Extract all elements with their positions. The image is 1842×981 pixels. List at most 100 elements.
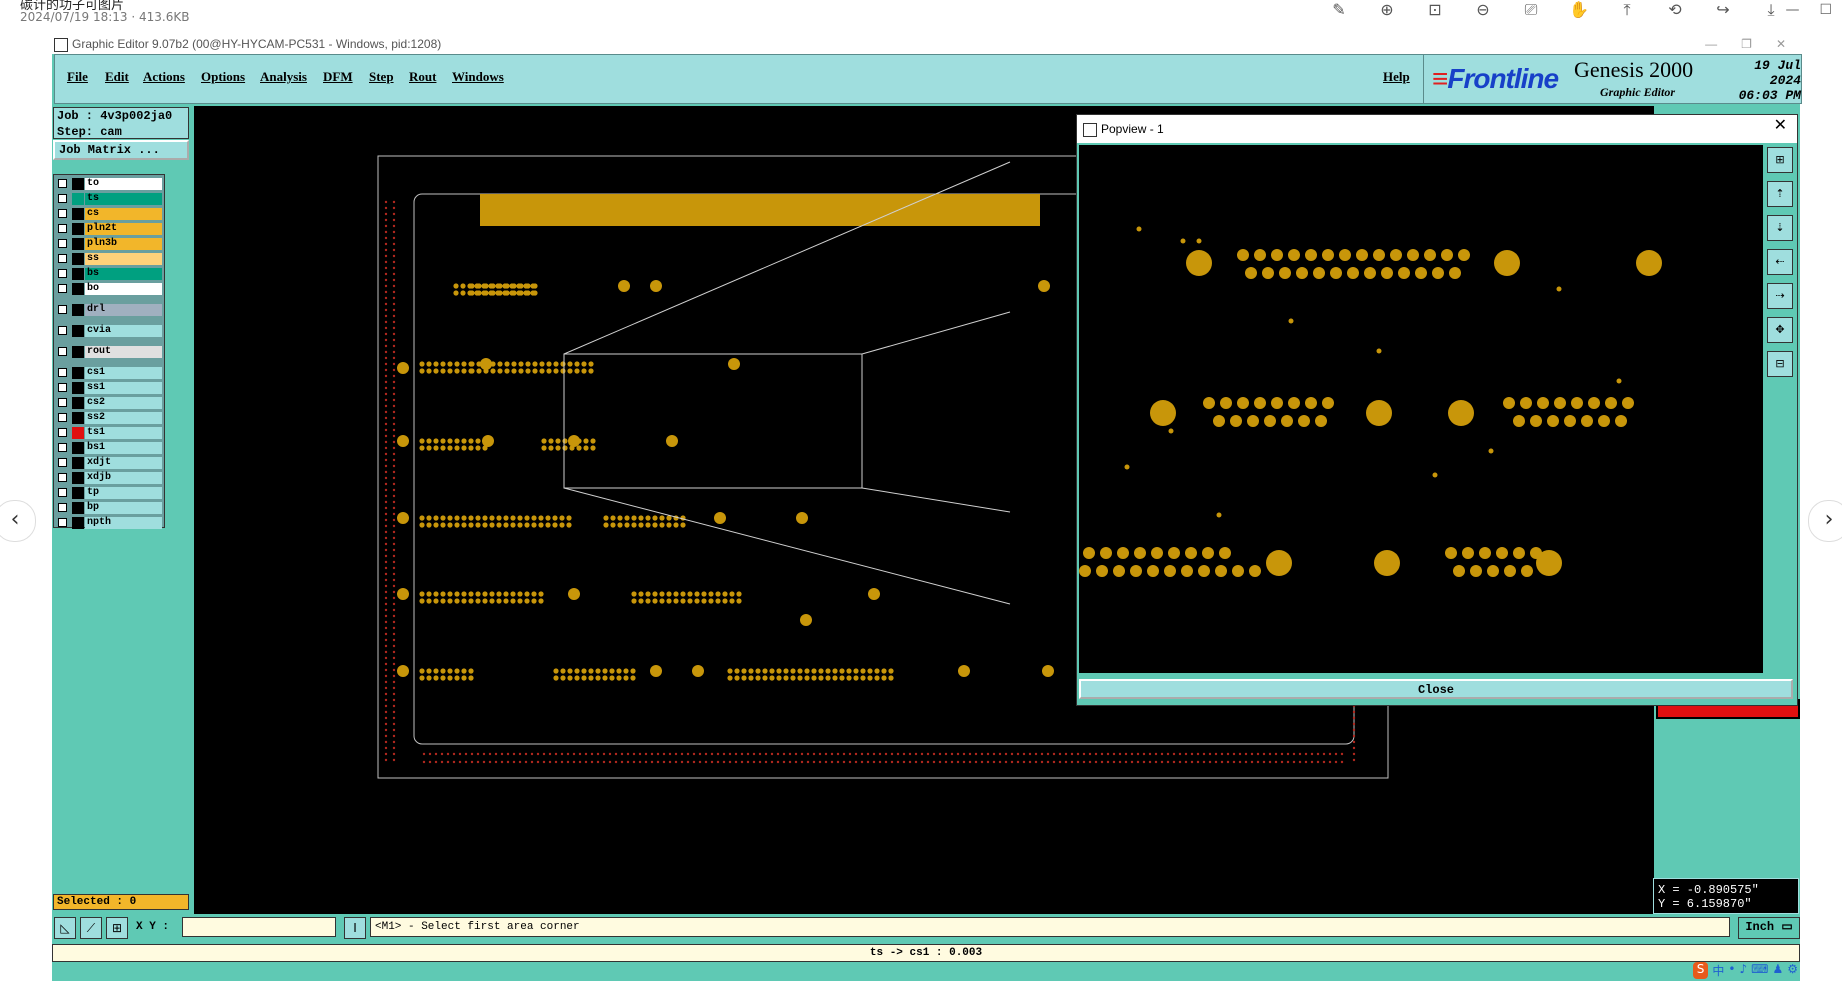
layer-checkbox[interactable] xyxy=(58,443,67,452)
layer-checkbox[interactable] xyxy=(58,347,67,356)
ime-icon-6[interactable]: ⚙ xyxy=(1787,962,1798,979)
layer-swatch[interactable] xyxy=(72,502,84,514)
ime-icon-4[interactable]: ⌨ xyxy=(1751,962,1768,979)
layer-checkbox[interactable] xyxy=(58,368,67,377)
layer-row-npth[interactable]: npth xyxy=(56,516,162,530)
menu-options[interactable]: Options xyxy=(201,69,245,85)
popview-canvas[interactable] xyxy=(1079,145,1763,673)
layer-swatch[interactable] xyxy=(72,412,84,424)
layer-swatch[interactable] xyxy=(72,382,84,394)
pan-down-icon[interactable]: ⇣ xyxy=(1767,215,1793,241)
layer-name[interactable]: xdjb xyxy=(85,472,162,484)
layer-name[interactable]: bs1 xyxy=(85,442,162,454)
layer-swatch[interactable] xyxy=(72,442,84,454)
measure-icon[interactable]: ⟋ xyxy=(80,917,102,939)
ime-icon-5[interactable]: ♟ xyxy=(1772,962,1783,979)
window-control-2[interactable]: ✕ xyxy=(1776,34,1786,54)
layer-name[interactable]: cs2 xyxy=(85,397,162,409)
layer-swatch[interactable] xyxy=(72,325,84,337)
layer-row-cs2[interactable]: cs2 xyxy=(56,396,162,410)
layer-row-pln3b[interactable]: pln3b xyxy=(56,237,162,251)
xy-input[interactable] xyxy=(182,917,336,937)
layer-swatch[interactable] xyxy=(72,193,84,205)
layer-checkbox[interactable] xyxy=(58,269,67,278)
layer-row-drl[interactable]: drl xyxy=(56,303,162,317)
layer-name[interactable]: ss2 xyxy=(85,412,162,424)
viewer-tool-icon-5[interactable]: ✋ xyxy=(1568,0,1590,20)
layer-checkbox[interactable] xyxy=(58,254,67,263)
popview-close-button[interactable]: Close xyxy=(1079,679,1793,699)
pan-left-icon[interactable]: ⇠ xyxy=(1767,249,1793,275)
layer-swatch[interactable] xyxy=(72,346,84,358)
layer-row-rout[interactable]: rout xyxy=(56,345,162,359)
layer-swatch[interactable] xyxy=(72,367,84,379)
viewer-tool-icon-7[interactable]: ⟲ xyxy=(1664,0,1686,20)
pan-right-icon[interactable]: ⇢ xyxy=(1767,283,1793,309)
layer-row-bs[interactable]: bs xyxy=(56,267,162,281)
zoom-home-icon[interactable]: ◺ xyxy=(54,917,76,939)
layer-row-cs[interactable]: cs xyxy=(56,207,162,221)
menu-step[interactable]: Step xyxy=(369,69,394,85)
layer-checkbox[interactable] xyxy=(58,179,67,188)
layer-swatch[interactable] xyxy=(72,304,84,316)
layer-swatch[interactable] xyxy=(72,253,84,265)
layer-name[interactable]: pln2t xyxy=(85,223,162,235)
layer-row-xdjb[interactable]: xdjb xyxy=(56,471,162,485)
menu-rout[interactable]: Rout xyxy=(409,69,436,85)
viewer-tool-icon-2[interactable]: ⊡ xyxy=(1424,0,1446,20)
layer-checkbox[interactable] xyxy=(58,503,67,512)
layer-checkbox[interactable] xyxy=(58,326,67,335)
layer-checkbox[interactable] xyxy=(58,305,67,314)
layer-row-to[interactable]: to xyxy=(56,177,162,191)
viewer-tool-icon-3[interactable]: ⊖ xyxy=(1472,0,1494,20)
prev-image-button[interactable]: ‹ xyxy=(0,500,36,542)
layer-name[interactable]: npth xyxy=(85,517,162,529)
layer-name[interactable]: xdjt xyxy=(85,457,162,469)
layer-checkbox[interactable] xyxy=(58,398,67,407)
layer-name[interactable]: ss1 xyxy=(85,382,162,394)
layer-name[interactable]: bs xyxy=(85,268,162,280)
layer-name[interactable]: rout xyxy=(85,346,162,358)
layer-name[interactable]: ts xyxy=(85,193,162,205)
layer-checkbox[interactable] xyxy=(58,194,67,203)
menu-file[interactable]: File xyxy=(67,69,88,85)
layer-name[interactable]: cvia xyxy=(85,325,162,337)
layer-row-bs1[interactable]: bs1 xyxy=(56,441,162,455)
layer-row-bp[interactable]: bp xyxy=(56,501,162,515)
layer-name[interactable]: bo xyxy=(85,283,162,295)
ime-icon-0[interactable]: S xyxy=(1692,962,1709,979)
zoom-out-icon[interactable]: ⊟ xyxy=(1767,351,1793,377)
layer-checkbox[interactable] xyxy=(58,224,67,233)
layer-row-ts[interactable]: ts xyxy=(56,192,162,206)
viewer-tool-icon-8[interactable]: ↪ xyxy=(1712,0,1734,20)
units-selector[interactable]: Inch ▭ xyxy=(1738,917,1800,939)
layer-swatch[interactable] xyxy=(72,283,84,295)
viewer-winctl-1[interactable]: ☐ xyxy=(1819,2,1832,18)
ime-icon-2[interactable]: • xyxy=(1728,962,1735,979)
layer-checkbox[interactable] xyxy=(58,209,67,218)
popview-zoom-view[interactable] xyxy=(1079,145,1763,673)
viewer-tool-icon-4[interactable]: ⎚ xyxy=(1520,0,1542,20)
layer-checkbox[interactable] xyxy=(58,473,67,482)
layer-name[interactable]: drl xyxy=(85,304,162,316)
layer-checkbox[interactable] xyxy=(58,239,67,248)
layer-name[interactable]: to xyxy=(85,178,162,190)
layer-swatch[interactable] xyxy=(72,223,84,235)
layer-name[interactable]: tp xyxy=(85,487,162,499)
viewer-winctl-0[interactable]: — xyxy=(1785,2,1799,18)
layer-name[interactable]: ts1 xyxy=(85,427,162,439)
text-cursor-icon[interactable]: I xyxy=(344,917,366,939)
layer-swatch[interactable] xyxy=(72,178,84,190)
layer-checkbox[interactable] xyxy=(58,413,67,422)
layer-checkbox[interactable] xyxy=(58,284,67,293)
layer-swatch[interactable] xyxy=(72,457,84,469)
layer-row-ss2[interactable]: ss2 xyxy=(56,411,162,425)
layer-checkbox[interactable] xyxy=(58,458,67,467)
menu-actions[interactable]: Actions xyxy=(143,69,185,85)
viewer-tool-icon-9[interactable]: ⤓ xyxy=(1760,0,1782,20)
ime-icon-1[interactable]: 中 xyxy=(1712,962,1724,979)
layer-checkbox[interactable] xyxy=(58,428,67,437)
layer-row-ss1[interactable]: ss1 xyxy=(56,381,162,395)
menu-help[interactable]: Help xyxy=(1383,69,1410,85)
layer-row-tp[interactable]: tp xyxy=(56,486,162,500)
